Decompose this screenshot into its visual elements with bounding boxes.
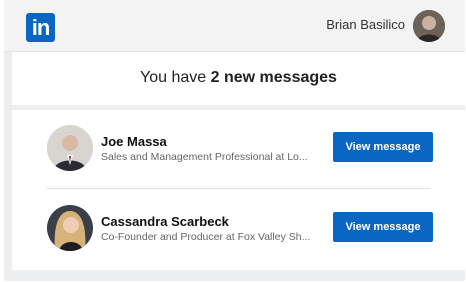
- message-row: Joe Massa Sales and Management Professio…: [12, 110, 465, 189]
- linkedin-logo-icon[interactable]: in: [26, 13, 55, 42]
- user-name: Brian Basilico: [326, 17, 405, 32]
- email-frame: in Brian Basilico You have 2 new message…: [4, 0, 465, 281]
- view-message-button[interactable]: View message: [333, 212, 433, 242]
- sender-name: Joe Massa: [101, 134, 167, 149]
- user-avatar-image: [413, 10, 445, 42]
- sender-avatar-image: [47, 205, 93, 251]
- sender-avatar: [47, 125, 93, 171]
- sender-name: Cassandra Scarbeck: [101, 214, 229, 229]
- row-divider: [47, 188, 431, 189]
- user-avatar[interactable]: [413, 10, 445, 42]
- message-row: Cassandra Scarbeck Co-Founder and Produc…: [12, 190, 465, 268]
- headline-count: 2 new messages: [210, 69, 337, 86]
- sender-avatar: [47, 205, 93, 251]
- sender-avatar-image: [47, 125, 93, 171]
- header-bar: in Brian Basilico: [4, 0, 465, 52]
- sender-headline: Co-Founder and Producer at Fox Valley Sh…: [101, 231, 311, 243]
- page-title: You have 2 new messages: [12, 69, 465, 87]
- sender-headline: Sales and Management Professional at Lo.…: [101, 151, 308, 163]
- view-message-button[interactable]: View message: [333, 132, 433, 162]
- message-list: Joe Massa Sales and Management Professio…: [12, 110, 465, 270]
- headline-panel: You have 2 new messages: [12, 52, 465, 105]
- headline-prefix: You have: [140, 69, 211, 86]
